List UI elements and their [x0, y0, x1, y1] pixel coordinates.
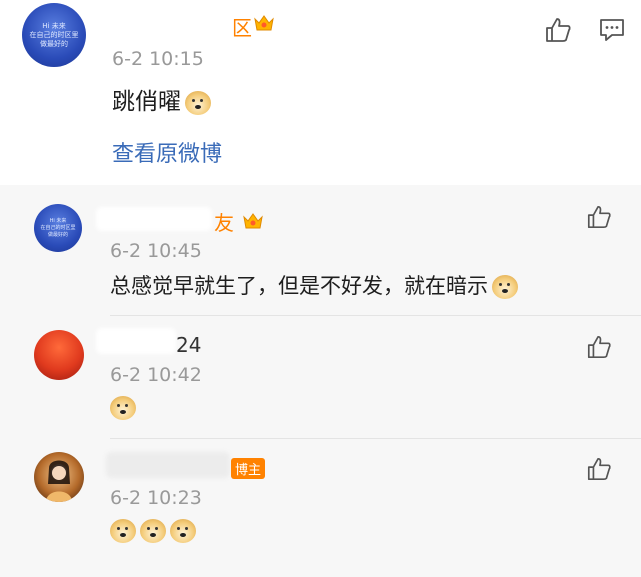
reply-text-content: 总感觉早就生了，但是不好发，就在暗示: [110, 274, 488, 298]
username-tail[interactable]: 24: [176, 333, 201, 357]
avatar[interactable]: Hi 未来 在自己的时区里 做最好的: [22, 3, 86, 67]
doge-emoji-icon: [492, 275, 518, 299]
username-blurred[interactable]: [96, 207, 212, 231]
comment-time: 6-2 10:15: [112, 48, 204, 70]
avatar-caption: Hi 未来 在自己的时区里 做最好的: [29, 22, 79, 49]
reply-time: 6-2 10:45: [110, 240, 202, 262]
username-tail[interactable]: 友: [214, 207, 234, 236]
doge-emoji-icon: [170, 518, 196, 543]
avatar[interactable]: Hi 未来 在自己的时区里 做最好的: [34, 204, 82, 252]
divider: [110, 438, 641, 439]
vip-crown-icon: [243, 213, 263, 229]
doge-emoji-icon: [110, 518, 136, 543]
reply-text: 总感觉早就生了，但是不好发，就在暗示: [110, 270, 518, 300]
person-icon: [46, 460, 72, 502]
doge-emoji-icon: [185, 90, 211, 115]
main-comment: Hi 未来 在自己的时区里 做最好的 区 6-2 10:15 跳俏曜 查看原微博: [0, 0, 641, 185]
thumbs-up-icon[interactable]: [586, 334, 612, 360]
reply-time: 6-2 10:42: [110, 364, 202, 386]
comment-text-content: 跳俏曜: [112, 89, 181, 115]
avatar-caption: Hi 未来 在自己的时区里 做最好的: [40, 218, 76, 239]
username-tail[interactable]: 区: [232, 12, 252, 41]
thumbs-up-icon[interactable]: [586, 456, 612, 482]
comment-icon[interactable]: [598, 16, 626, 44]
username-blurred[interactable]: [96, 328, 176, 354]
reply-text: [106, 394, 136, 420]
divider: [110, 315, 641, 316]
avatar[interactable]: [34, 330, 84, 380]
view-original-link[interactable]: 查看原微博: [112, 136, 222, 168]
comment-text: 跳俏曜: [112, 82, 211, 116]
thumbs-up-icon[interactable]: [544, 16, 572, 44]
vip-crown-icon: [254, 15, 274, 31]
avatar[interactable]: [34, 452, 84, 502]
username-blurred[interactable]: [106, 452, 230, 478]
doge-emoji-icon: [110, 395, 136, 420]
doge-emoji-icon: [140, 518, 166, 543]
username-blurred[interactable]: [108, 8, 232, 36]
reply-time: 6-2 10:23: [110, 487, 202, 509]
author-badge: 博主: [231, 458, 266, 479]
thumbs-up-icon[interactable]: [586, 204, 612, 230]
reply-text: [106, 517, 196, 543]
